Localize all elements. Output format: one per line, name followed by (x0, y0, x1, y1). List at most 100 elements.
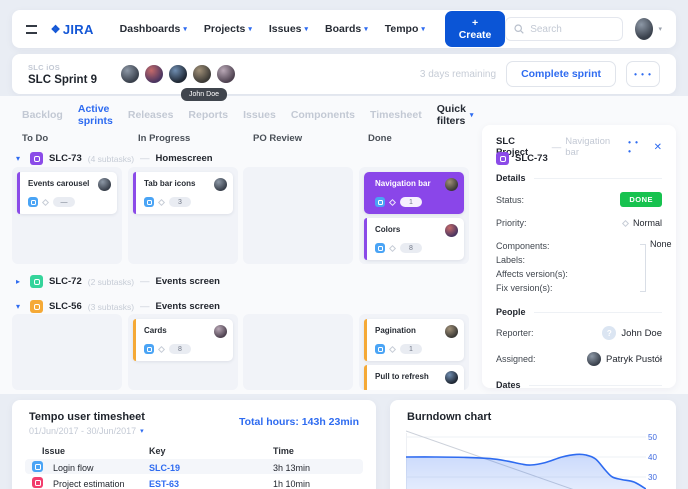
assignee-avatar (98, 178, 111, 191)
sprint-more-button[interactable]: • • • (626, 61, 660, 87)
column-header-in-progress: In Progress (138, 133, 190, 144)
card-events-carousel[interactable]: Events carousel — (17, 172, 117, 214)
estimate-badge: 1 (400, 344, 422, 354)
create-button[interactable]: + Create (445, 11, 505, 47)
card-pagination[interactable]: Pagination 1 (364, 319, 464, 361)
timesheet-title: Tempo user timesheet (29, 411, 145, 423)
nav-tempo[interactable]: Tempo ▾ (385, 23, 425, 35)
subtask-type-icon (375, 243, 385, 253)
remaining-area (406, 454, 646, 489)
tab-issues[interactable]: Issues (243, 109, 276, 121)
detail-more-button[interactable]: • • • (628, 138, 644, 156)
search-input[interactable] (530, 24, 614, 35)
timesheet-date-range[interactable]: 01/Jun/2017 - 30/Jun/2017 ▾ (29, 426, 144, 436)
issue-key-link[interactable]: EST-63 (149, 479, 179, 489)
swimlane-header-slc-56[interactable]: ▾ SLC-56 (3 subtasks) — Events screen (16, 300, 220, 313)
y-tick-label: 30 (648, 473, 668, 482)
field-group-bracket (640, 244, 646, 292)
chevron-down-icon: ▾ (140, 428, 144, 435)
status-badge[interactable]: DONE (620, 192, 662, 207)
complete-sprint-button[interactable]: Complete sprint (506, 61, 616, 87)
burndown-chart (406, 427, 646, 489)
detail-issue-key: SLC-73 (515, 153, 548, 164)
card-tab-bar-icons[interactable]: Tab bar icons 3 (133, 172, 233, 214)
section-details: Details (496, 173, 526, 183)
nav-boards[interactable]: Boards ▾ (325, 23, 368, 35)
reporter-name: John Doe (621, 328, 662, 339)
assignee-avatar (214, 325, 227, 338)
estimate-badge: 3 (169, 197, 191, 207)
tab-reports[interactable]: Reports (188, 109, 228, 121)
tab-releases[interactable]: Releases (128, 109, 174, 121)
swimlane-header-slc-73[interactable]: ▾ SLC-73 (4 subtasks) — Homescreen (16, 152, 213, 165)
field-group-value: None (650, 239, 672, 249)
issue-type-icon (32, 461, 43, 472)
subtask-type-icon (375, 197, 385, 207)
column-header-po-review: PO Review (253, 133, 302, 144)
chevron-down-icon: ▾ (470, 112, 474, 119)
card-cards[interactable]: Cards 8 (133, 319, 233, 361)
column-header-todo: To Do (22, 133, 48, 144)
estimate-badge: 1 (400, 197, 422, 207)
card-navigation-bar[interactable]: Navigation bar 1 (364, 172, 464, 214)
timesheet-col-issue: Issue (42, 446, 65, 456)
sprint-name: SLC Sprint 9 (28, 74, 97, 86)
assignee-avatar (445, 371, 458, 384)
timesheet-row[interactable]: Project estimation EST-63 1h 10min (25, 475, 363, 489)
chevron-right-icon[interactable]: ▸ (16, 277, 24, 286)
issue-detail-panel: SLC Project — Navigation bar • • • ✕ SLC… (482, 125, 676, 388)
nav-dashboards[interactable]: Dashboards ▾ (120, 23, 187, 35)
burndown-title: Burndown chart (407, 411, 491, 423)
estimate-badge: 8 (169, 344, 191, 354)
subtask-type-icon (144, 197, 154, 207)
member-avatar[interactable] (169, 65, 187, 83)
subtask-type-icon (375, 344, 385, 354)
assignee-name: Patryk Pustół (606, 354, 662, 365)
search-icon (514, 24, 524, 34)
chevron-down-icon[interactable]: ▾ (16, 154, 24, 163)
jira-logo-icon: ❖ (51, 23, 61, 36)
jira-logo[interactable]: ❖ JIRA (51, 22, 94, 37)
y-tick-label: 50 (648, 433, 668, 442)
search-box[interactable] (505, 17, 623, 41)
jira-logo-text: JIRA (63, 22, 94, 37)
member-avatar[interactable] (121, 65, 139, 83)
timesheet-col-time: Time (273, 446, 294, 456)
chevron-down-icon[interactable]: ▾ (16, 302, 24, 311)
user-avatar[interactable] (635, 18, 653, 40)
issue-key-link[interactable]: SLC-19 (149, 463, 180, 473)
nav-projects[interactable]: Projects ▾ (204, 23, 252, 35)
timesheet-col-key: Key (149, 446, 166, 456)
timesheet-row[interactable]: Login flow SLC-19 3h 13min (25, 459, 363, 474)
priority-icon (389, 244, 396, 251)
priority-icon (622, 219, 629, 226)
detail-issue-title: Navigation bar (565, 136, 624, 158)
priority-icon (389, 198, 396, 205)
jira-app: ❖ JIRA Dashboards ▾ Projects ▾ Issues ▾ … (0, 0, 688, 489)
member-avatar[interactable] (145, 65, 163, 83)
member-avatar[interactable] (193, 65, 211, 83)
member-avatar[interactable] (217, 65, 235, 83)
sprint-member-avatars: John Doe (121, 65, 235, 83)
issue-type-icon (30, 275, 43, 288)
lane-slc73-po-review (243, 167, 353, 264)
nav-issues[interactable]: Issues ▾ (269, 23, 308, 35)
tab-backlog[interactable]: Backlog (22, 109, 63, 121)
chevron-down-icon: ▾ (364, 26, 368, 33)
tab-timesheet[interactable]: Timesheet (370, 109, 422, 121)
tab-components[interactable]: Components (291, 109, 355, 121)
quick-filters-dropdown[interactable]: Quick filters ▾ (437, 103, 474, 127)
reporter-avatar: ? (602, 326, 616, 340)
close-icon[interactable]: ✕ (654, 142, 662, 153)
card-pull-to-refresh[interactable]: Pull to refresh (364, 365, 464, 390)
total-hours-value: 143h 23min (302, 416, 359, 428)
tab-active-sprints[interactable]: Active sprints (78, 103, 113, 127)
menu-icon[interactable] (26, 25, 37, 34)
chevron-down-icon[interactable]: ▾ (658, 25, 662, 33)
issue-type-icon (32, 477, 43, 488)
swimlane-header-slc-72[interactable]: ▸ SLC-72 (2 subtasks) — Events screen (16, 275, 220, 288)
issue-type-icon (30, 152, 43, 165)
assignee-avatar (587, 352, 601, 366)
priority-icon (158, 198, 165, 205)
card-colors[interactable]: Colors 8 (364, 218, 464, 260)
